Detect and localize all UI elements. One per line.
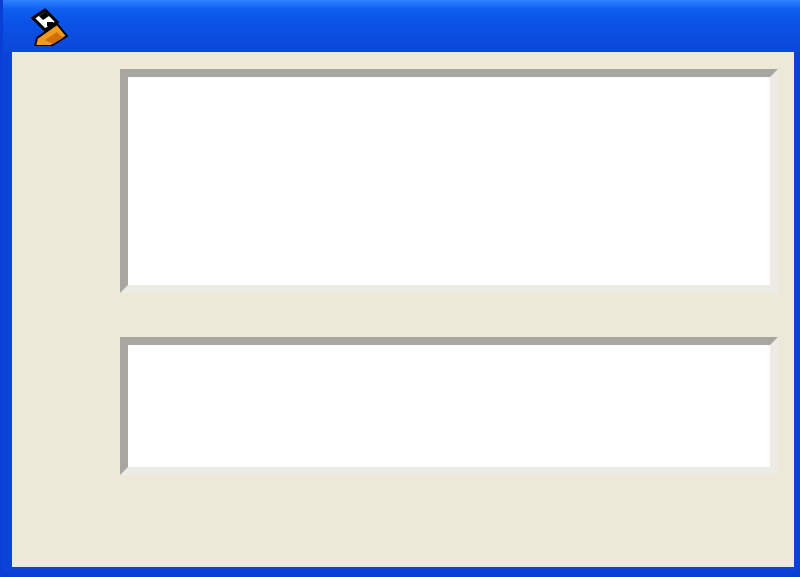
pencil-eraser-icon[interactable] <box>27 8 69 46</box>
top-text-area-content <box>132 81 766 281</box>
title-bar[interactable] <box>3 0 800 52</box>
app-window <box>0 0 800 577</box>
bottom-text-area[interactable] <box>120 337 778 475</box>
top-text-area[interactable] <box>120 69 778 293</box>
client-area <box>12 52 794 567</box>
bottom-text-area-content <box>132 349 766 463</box>
